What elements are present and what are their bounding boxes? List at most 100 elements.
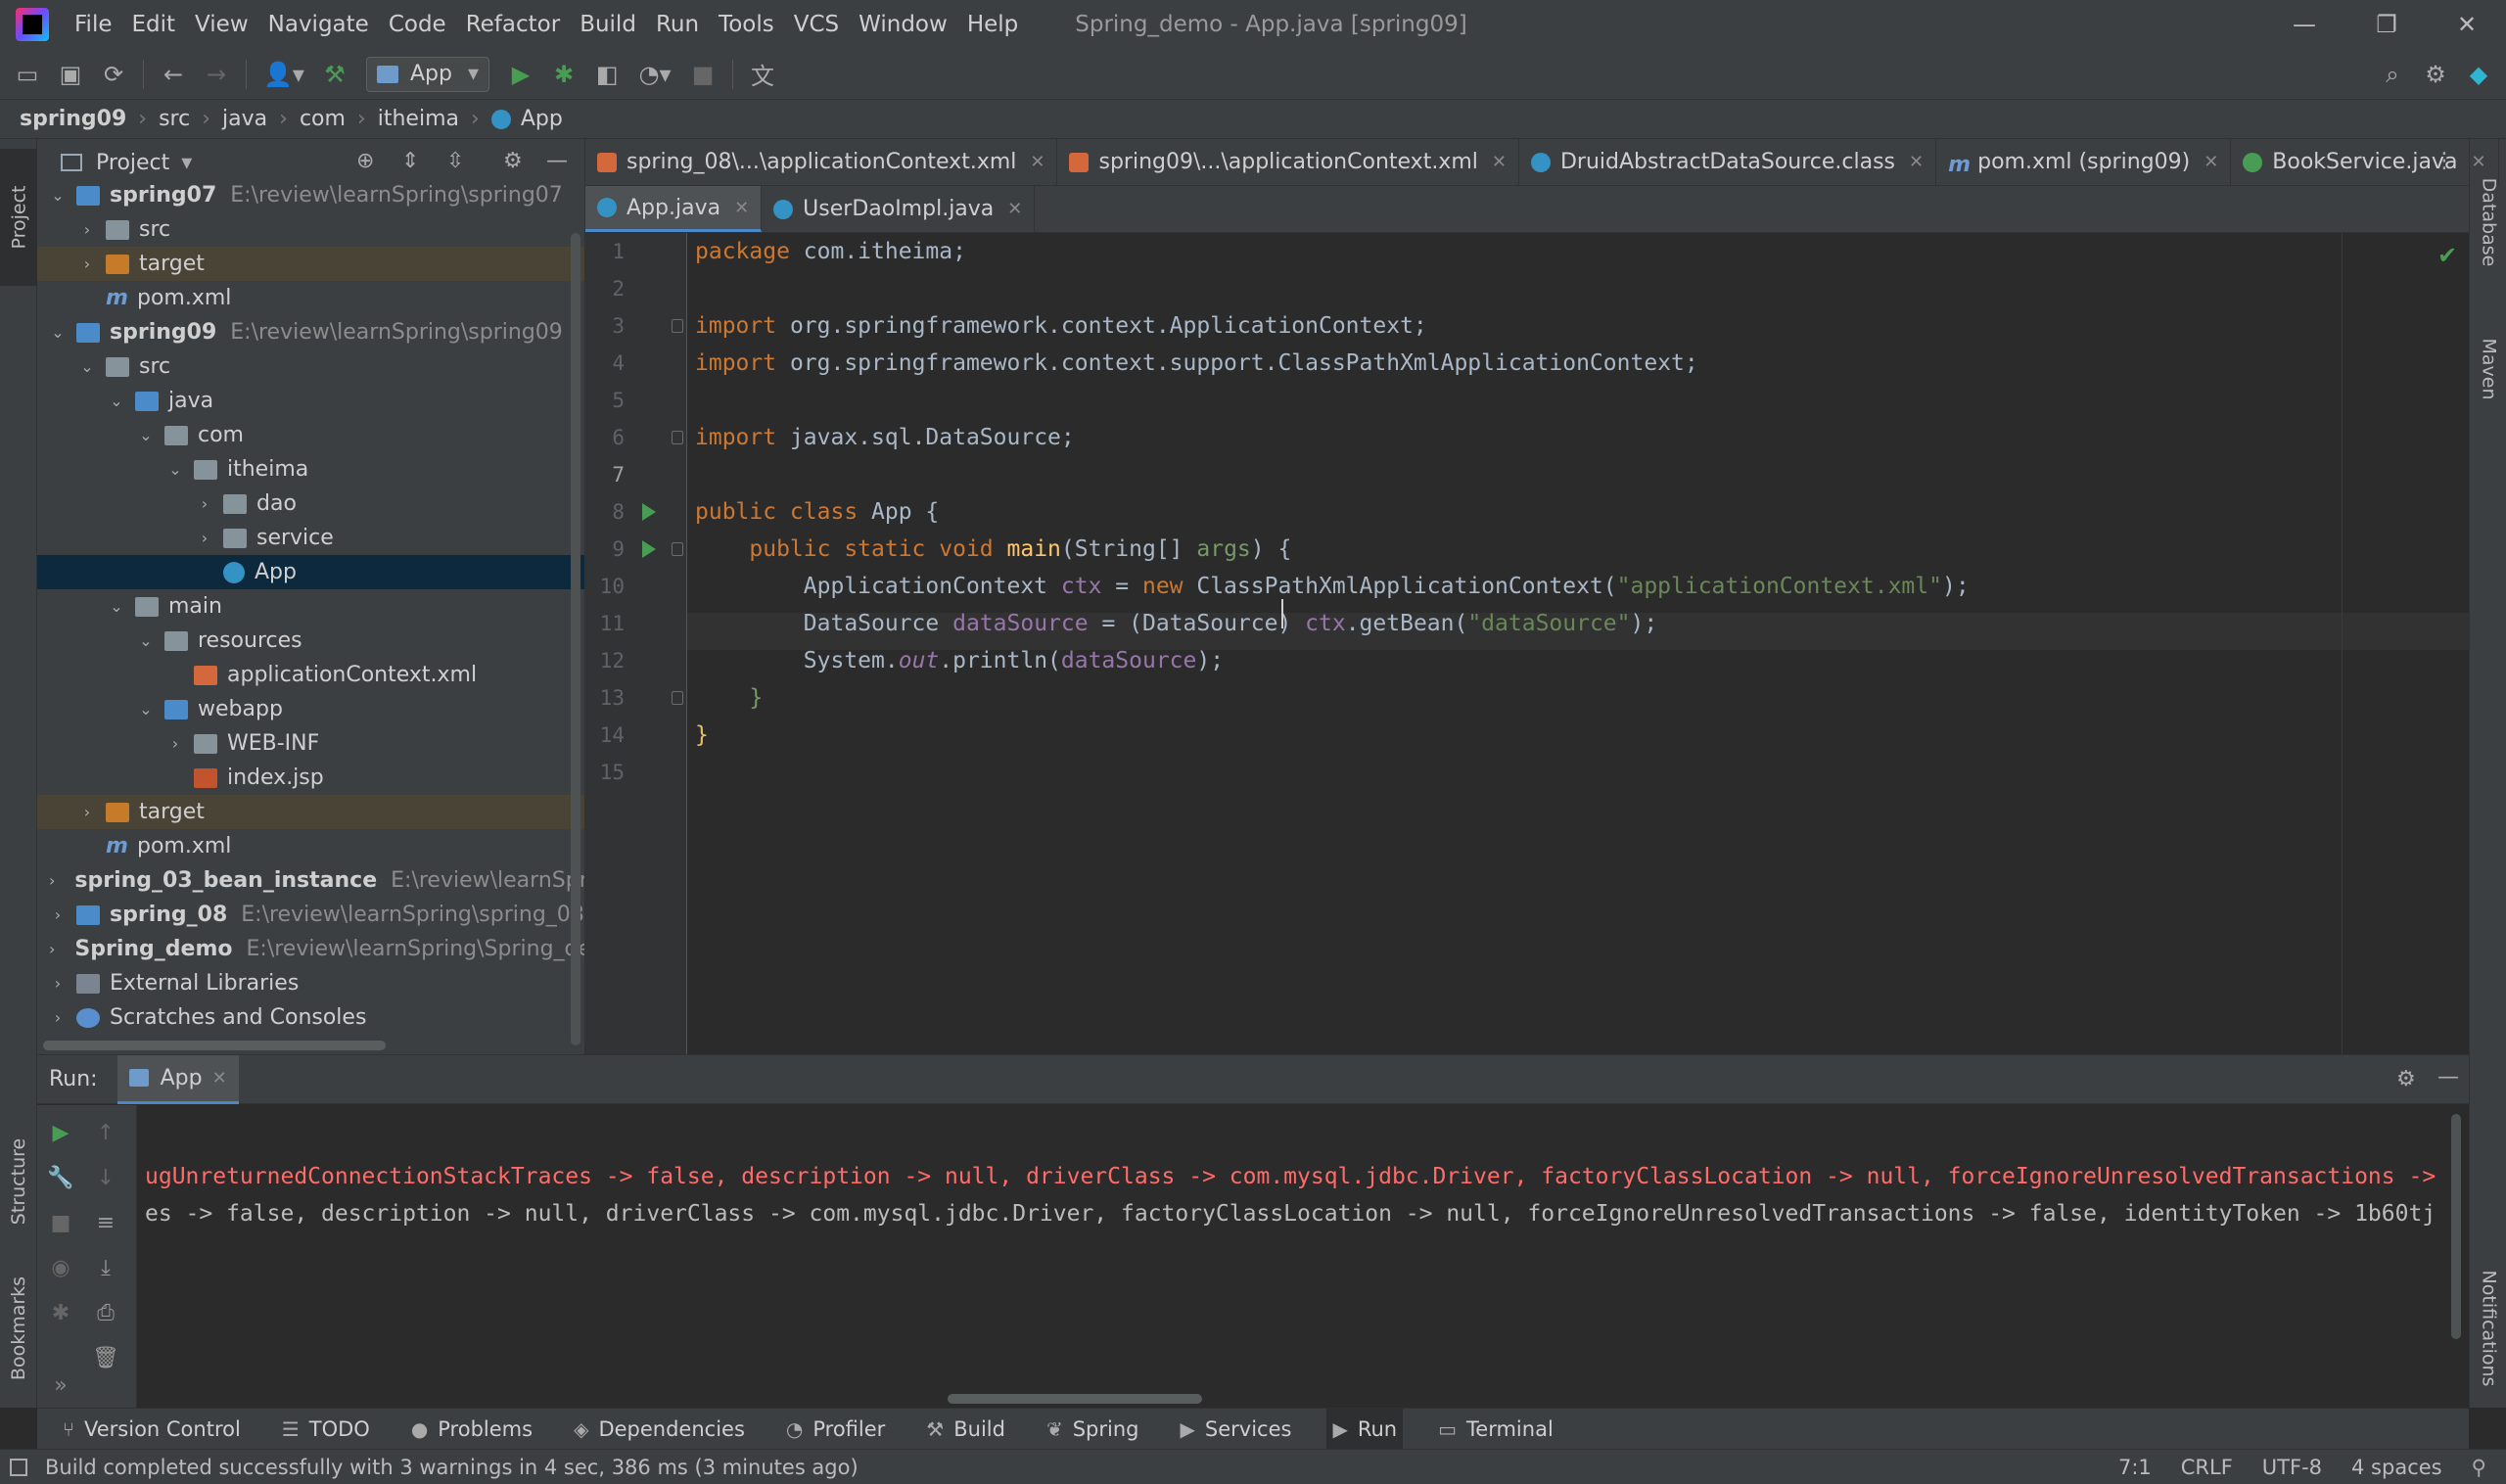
chevron-down-icon[interactable]: ⌄ [49,323,67,342]
menu-run[interactable]: Run [656,12,699,37]
chevron-right-icon[interactable]: › [78,220,96,239]
tree-item-applicationcontext[interactable]: applicationContext.xml [37,658,584,692]
profile-icon[interactable]: ◔▾ [628,53,681,96]
menu-refactor[interactable]: Refactor [466,12,560,37]
expand-all-icon[interactable]: ⇕ [401,149,419,173]
trash-icon[interactable]: 🗑 [88,1340,123,1375]
tree-item-external-libraries[interactable]: › External Libraries [37,966,584,1000]
menu-build[interactable]: Build [580,12,636,37]
more-icon[interactable]: » [43,1368,78,1403]
toolbox-icon[interactable]: ◆ [2457,53,2500,96]
tree-item-pom[interactable]: m pom.xml [37,281,584,315]
tree-item-src[interactable]: › src [37,212,584,247]
indent-setting[interactable]: 4 spaces [2351,1456,2442,1479]
menu-navigate[interactable]: Navigate [268,12,369,37]
tool-tab-bookmarks[interactable]: Bookmarks [0,1255,37,1402]
chevron-down-icon[interactable]: ⌄ [166,460,184,479]
chevron-down-icon[interactable]: ⌄ [108,597,125,616]
menu-file[interactable]: File [74,12,113,37]
tree-item-resources[interactable]: ⌄ resources [37,624,584,658]
console-output[interactable]: ugUnreturnedConnectionStackTraces -> fal… [145,1105,2445,1409]
hide-panel-icon[interactable]: — [546,149,568,173]
tree-item-app[interactable]: App [37,555,584,589]
tool-dependencies[interactable]: ◈ Dependencies [568,1409,751,1450]
breadcrumb-com[interactable]: com [300,107,346,131]
chevron-right-icon[interactable]: › [166,734,184,753]
menu-edit[interactable]: Edit [132,12,176,37]
tree-item-spring07[interactable]: ⌄ spring07 E:\review\learnSpring\spring07 [37,178,584,212]
tool-tab-project[interactable]: Project [0,149,37,286]
chevron-right-icon[interactable]: › [196,494,213,513]
tree-item-spring03[interactable]: › spring_03_bean_instance E:\review\learnS… [37,863,584,898]
run-gutter-icon[interactable] [642,503,656,521]
tree-item-main[interactable]: ⌄ main [37,589,584,624]
open-folder-icon[interactable]: ▭ [6,53,49,96]
breadcrumb-src[interactable]: src [159,107,190,131]
run-settings-icon[interactable]: ⚙ [2396,1067,2416,1091]
tree-item-spring-demo[interactable]: › Spring_demo E:\review\learnSpring\Spring… [37,932,584,966]
tab-userdaoimpl[interactable]: UserDaoImpl.java ✕ [762,186,1036,232]
run-tab-app[interactable]: App ✕ [116,1054,239,1104]
tree-item-target[interactable]: › target [37,795,584,829]
hide-panel-icon[interactable]: — [2437,1065,2459,1090]
tree-item-scratches[interactable]: › Scratches and Consoles [37,1000,584,1035]
print-icon[interactable]: ⎙ [88,1295,123,1330]
fold-icon[interactable] [672,431,683,444]
menu-window[interactable]: Window [859,12,948,37]
tool-todo[interactable]: ☰ TODO [276,1409,376,1450]
tab-app-java[interactable]: App.java ✕ [585,186,763,232]
restore-icon[interactable]: ❐ [2357,0,2416,49]
tree-item-itheima[interactable]: ⌄ itheima [37,452,584,487]
close-icon[interactable]: ✕ [734,198,749,218]
wrench-icon[interactable]: 🔧 [43,1160,78,1195]
tree-item-web-inf[interactable]: › WEB-INF [37,726,584,761]
debug-icon[interactable]: ✱ [542,53,585,96]
breadcrumb-app[interactable]: App [521,107,563,131]
file-encoding[interactable]: UTF-8 [2262,1456,2322,1479]
chevron-right-icon[interactable]: › [49,871,55,890]
tree-item-service[interactable]: › service [37,521,584,555]
tree-item-spring08[interactable]: › spring_08 E:\review\learnSpring\spring_0… [37,898,584,932]
chevron-right-icon[interactable]: › [49,905,67,924]
menu-help[interactable]: Help [967,12,1018,37]
chevron-right-icon[interactable]: › [49,1008,67,1027]
lock-icon[interactable]: ⚲ [2472,1456,2486,1479]
tree-item-webapp[interactable]: ⌄ webapp [37,692,584,726]
chevron-down-icon[interactable]: ▾ [181,151,192,175]
tool-terminal[interactable]: ▭ Terminal [1432,1409,1559,1450]
collapse-all-icon[interactable]: ⇳ [446,149,464,173]
tool-problems[interactable]: ● Problems [405,1409,538,1450]
tree-item-src[interactable]: ⌄ src [37,349,584,384]
inspection-ok-icon[interactable]: ✔ [2437,242,2457,269]
close-icon[interactable]: ✕ [1492,152,1507,172]
chevron-down-icon[interactable]: ⌄ [137,426,155,444]
run-icon[interactable]: ▶ [499,53,542,96]
tab-spring09-appcontext[interactable]: spring09\...\applicationContext.xml ✕ [1057,139,1519,185]
tree-item-spring09[interactable]: ⌄ spring09 E:\review\learnSpring\spring09 [37,315,584,349]
tool-tab-notifications[interactable]: Notifications [2470,1245,2506,1412]
run-gutter-icon[interactable] [642,540,656,558]
chevron-down-icon[interactable]: ⌄ [137,631,155,650]
tab-druid-datasource[interactable]: DruidAbstractDataSource.class ✕ [1519,139,1937,185]
tool-build[interactable]: ⚒ Build [920,1409,1011,1450]
tree-item-dao[interactable]: › dao [37,487,584,521]
caret-position[interactable]: 7:1 [2118,1456,2152,1479]
run-config-select[interactable]: App ▾ [366,56,490,92]
tool-spring[interactable]: ❦ Spring [1041,1409,1145,1450]
scroll-up-icon[interactable]: ↑ [88,1115,123,1150]
sync-icon[interactable]: ⟳ [92,53,135,96]
minimize-icon[interactable]: — [2275,0,2334,49]
menu-code[interactable]: Code [389,12,446,37]
save-icon[interactable]: ▣ [49,53,92,96]
rerun-icon[interactable]: ▶ [43,1115,78,1150]
close-window-icon[interactable]: ✕ [2437,0,2496,49]
vertical-scrollbar[interactable] [2451,1114,2461,1339]
debug-icon[interactable]: ✱ [43,1295,78,1330]
tree-item-pom[interactable]: m pom.xml [37,829,584,863]
chevron-down-icon[interactable]: ⌄ [108,392,125,410]
vertical-scrollbar[interactable] [571,233,580,1045]
chevron-right-icon[interactable]: › [49,940,55,958]
menu-tools[interactable]: Tools [719,12,774,37]
tree-item-index-jsp[interactable]: index.jsp [37,761,584,795]
stop-icon[interactable]: ■ [681,53,724,96]
